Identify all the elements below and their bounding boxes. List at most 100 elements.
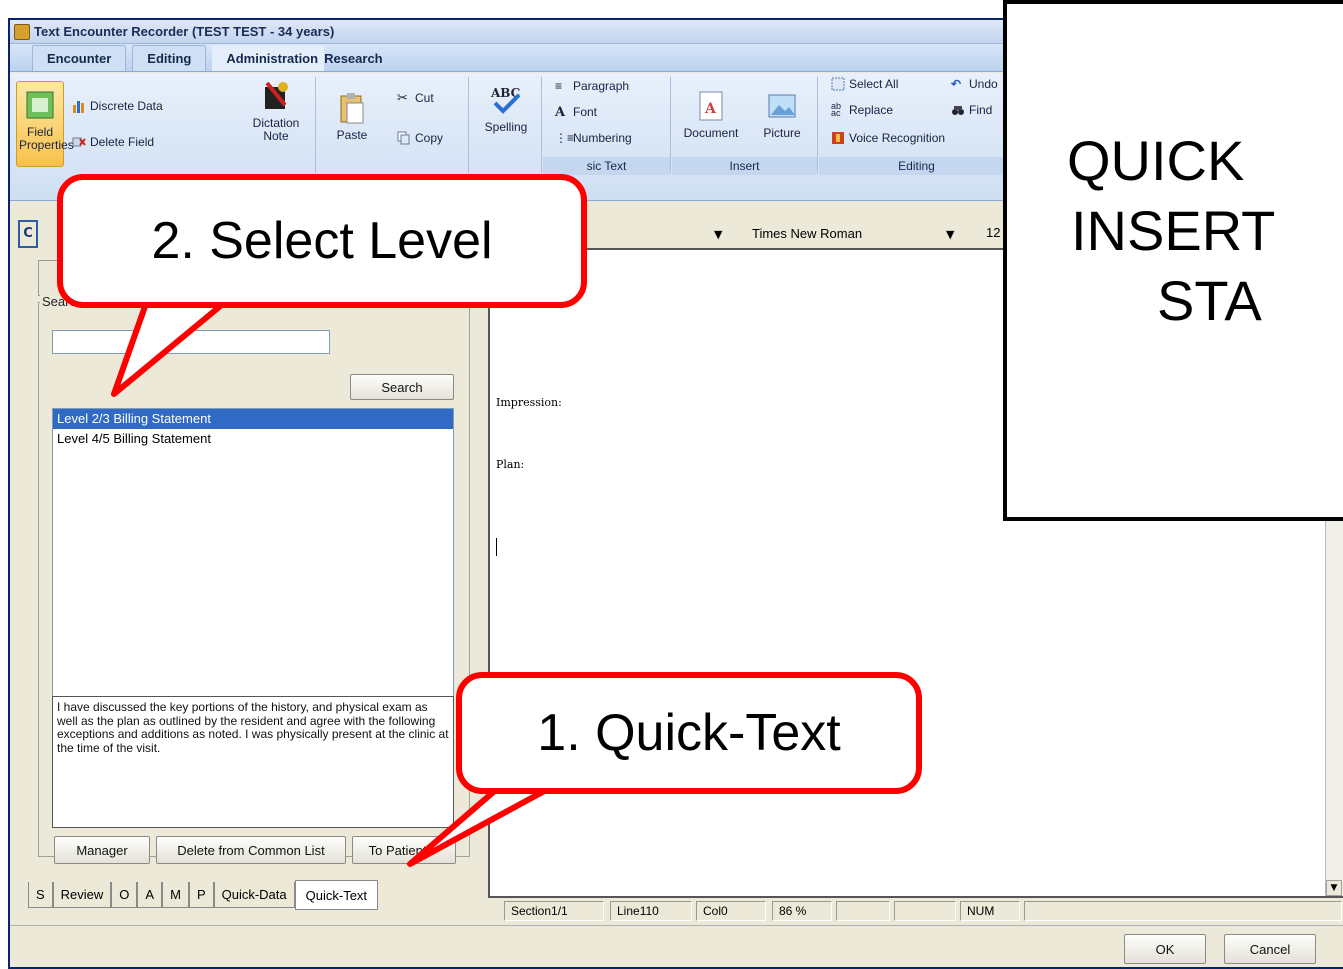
menu-tab-encounter[interactable]: Encounter <box>32 45 127 71</box>
ribbon-group-clipboard: Paste ✂ Cut Copy <box>317 77 469 173</box>
paste-icon <box>340 93 364 124</box>
select-all-button[interactable]: Select All <box>831 77 898 91</box>
menu-tab-administration[interactable]: Administration <box>212 45 325 71</box>
microphone-icon <box>265 81 288 109</box>
picture-icon <box>768 94 796 118</box>
replace-button[interactable]: ab ac Replace <box>831 101 894 118</box>
list-item-level-2-3[interactable]: Level 2/3 Billing Statement <box>53 409 453 429</box>
delete-field-label: Delete Field <box>90 135 155 149</box>
replace-label: Replace <box>849 103 894 117</box>
field-properties-button[interactable]: Field Properties <box>16 81 74 167</box>
picture-button[interactable]: Picture <box>752 89 812 140</box>
discrete-data-button[interactable]: Discrete Data <box>72 99 163 113</box>
dropdown-arrow-icon: ▼ <box>429 844 440 856</box>
section-tabs: S Review O A M P Quick-Data Quick-Text <box>28 880 379 910</box>
annotation-box: QUICK INSERT STA <box>1003 0 1343 521</box>
font-label: Font <box>573 105 598 119</box>
bar-chart-icon <box>73 101 84 113</box>
to-patient-button[interactable]: To Patient ▼ <box>352 836 456 864</box>
paste-button[interactable]: Paste <box>325 91 379 142</box>
field-properties-icon <box>26 91 54 119</box>
dialog-footer: OK Cancel <box>10 925 1343 969</box>
tab-quick-text[interactable]: Quick-Text <box>294 880 379 910</box>
paragraph-button[interactable]: ≡ Paragraph <box>555 79 629 93</box>
field-properties-label: Field Properties <box>19 125 74 152</box>
numbering-label: Numbering <box>573 131 632 145</box>
impression-heading: Impression: <box>496 396 562 409</box>
select-level-callout: 2. Select Level <box>57 174 587 308</box>
document-label: Document <box>683 126 739 140</box>
status-empty-2 <box>894 901 956 921</box>
ok-button[interactable]: OK <box>1124 934 1206 964</box>
status-num: NUM <box>960 901 1020 921</box>
ribbon-group-basic-text: ≡ Paragraph A Font ⋮≡ Numbering sic Text <box>543 77 671 175</box>
plan-heading: Plan: <box>496 458 525 471</box>
editing-group-label: Editing <box>819 157 1014 175</box>
paragraph-icon: ≡ <box>555 79 563 93</box>
find-button[interactable]: Find <box>951 103 992 117</box>
font-button[interactable]: A Font <box>555 105 598 120</box>
search-button[interactable]: Search <box>350 374 454 400</box>
annotation-line-2: INSERT <box>1071 199 1276 262</box>
spelling-button[interactable]: ABC Spelling <box>476 83 536 134</box>
replace-icon: ab ac <box>831 101 842 118</box>
font-dropdown-arrow-icon[interactable]: ▼ <box>946 228 954 241</box>
status-zoom: 86 % <box>772 901 832 921</box>
cut-button[interactable]: ✂ Cut <box>397 91 434 106</box>
tab-s[interactable]: S <box>28 882 53 908</box>
manager-button[interactable]: Manager <box>54 836 150 864</box>
document-button[interactable]: A Document <box>676 89 746 140</box>
ribbon-group-insert: A Document Picture Insert <box>672 77 818 175</box>
copy-button[interactable]: Copy <box>397 131 443 145</box>
scroll-down-icon[interactable]: ▼ <box>1326 880 1342 896</box>
select-all-icon <box>831 77 845 91</box>
annotation-line-3: STA <box>1157 269 1262 332</box>
style-dropdown-arrow-icon[interactable]: ▼ <box>714 228 722 241</box>
tab-o[interactable]: O <box>111 882 138 908</box>
quick-text-callout: 1. Quick-Text <box>456 672 922 794</box>
paste-label: Paste <box>336 128 368 142</box>
status-empty-3 <box>1024 901 1342 921</box>
document-icon: A <box>699 91 723 121</box>
status-empty-1 <box>836 901 890 921</box>
insert-group-label: Insert <box>672 157 817 175</box>
copy-label: Copy <box>415 131 444 145</box>
tab-quick-data[interactable]: Quick-Data <box>213 882 295 908</box>
numbering-icon: ⋮≡ <box>555 131 575 145</box>
tab-p[interactable]: P <box>188 882 214 908</box>
menu-tab-editing[interactable]: Editing <box>132 45 207 71</box>
voice-recognition-icon <box>832 132 844 144</box>
numbering-button[interactable]: ⋮≡ Numbering <box>555 131 632 145</box>
delete-field-icon <box>72 137 86 147</box>
find-label: Find <box>969 103 993 117</box>
cancel-button[interactable]: Cancel <box>1224 934 1316 964</box>
text-caret <box>496 538 497 556</box>
tab-review[interactable]: Review <box>52 882 112 908</box>
dictation-note-label: Dictation Note <box>252 116 300 143</box>
font-name-select[interactable]: Times New Roman <box>752 226 862 241</box>
undo-button[interactable]: ↶ Undo <box>951 77 998 91</box>
menu-tab-research[interactable]: Research <box>324 45 397 71</box>
font-size-select[interactable]: 12 <box>986 225 1000 240</box>
cut-label: Cut <box>415 91 434 105</box>
spelling-label: Spelling <box>484 120 528 134</box>
picture-label: Picture <box>763 126 801 140</box>
voice-recognition-button[interactable]: Voice Recognition <box>831 131 945 145</box>
discrete-data-label: Discrete Data <box>90 99 163 113</box>
spell-check-icon: ABC <box>490 86 521 114</box>
tab-a[interactable]: A <box>137 882 163 908</box>
copy-icon <box>397 131 410 145</box>
dictation-note-button[interactable]: Dictation Note <box>246 79 306 143</box>
list-item-level-4-5[interactable]: Level 4/5 Billing Statement <box>53 429 453 449</box>
paragraph-label: Paragraph <box>573 79 630 93</box>
ribbon-group-fields: Field Properties Discrete Data Delete Fi… <box>10 77 316 173</box>
delete-from-common-list-button[interactable]: Delete from Common List <box>156 836 346 864</box>
quick-text-preview: I have discussed the key portions of the… <box>52 696 454 828</box>
search-input[interactable] <box>52 330 330 354</box>
tab-m[interactable]: M <box>162 882 189 908</box>
status-section: Section1/1 <box>504 901 604 921</box>
quick-text-list[interactable]: Level 2/3 Billing Statement Level 4/5 Bi… <box>52 408 454 718</box>
left-panel-button[interactable]: C <box>18 220 38 248</box>
delete-field-button[interactable]: Delete Field <box>72 135 154 149</box>
binoculars-icon <box>952 106 964 115</box>
